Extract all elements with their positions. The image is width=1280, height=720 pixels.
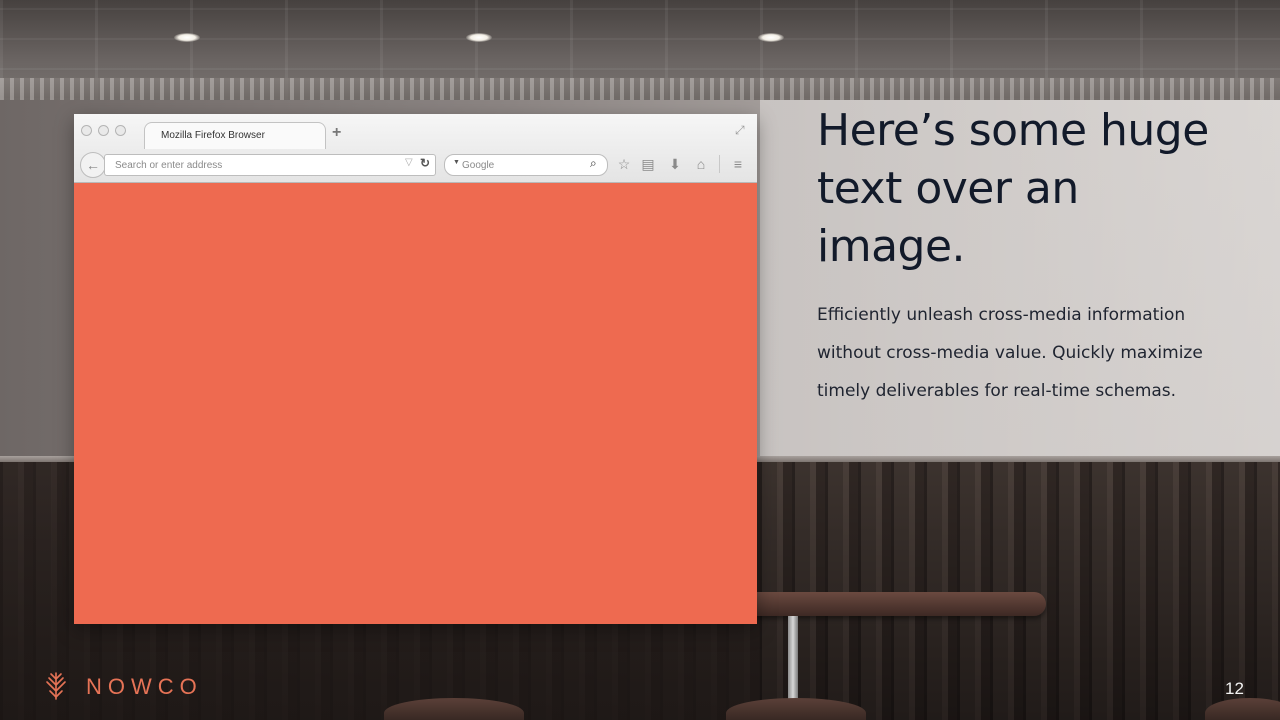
slide-number: 12 (1225, 679, 1244, 698)
window-zoom-button[interactable] (115, 125, 126, 136)
table (756, 592, 1046, 616)
nowco-logo-icon (46, 672, 66, 700)
ceiling-light (758, 33, 784, 42)
magnifier-icon[interactable]: ⌕ (590, 156, 597, 171)
address-input[interactable] (115, 158, 395, 172)
ceiling-light (466, 33, 492, 42)
clipboard-icon[interactable]: ▤ (639, 154, 657, 174)
download-icon[interactable]: ⬇ (666, 154, 684, 174)
ceiling-molding (0, 78, 1280, 100)
back-arrow-icon[interactable]: ← (80, 152, 106, 178)
ceiling-light (174, 33, 200, 42)
tab-title: Mozilla Firefox Browser (161, 130, 265, 141)
stool (726, 698, 866, 720)
home-icon[interactable]: ⌂ (692, 154, 710, 174)
history-dropdown-icon[interactable]: ▽ (405, 157, 413, 168)
body-text: Efficiently unleash cross-media informat… (817, 305, 1203, 401)
brand-name: NOWCO (86, 674, 203, 699)
fullscreen-icon[interactable]: ⤢ (735, 123, 745, 138)
search-input[interactable] (462, 158, 582, 172)
browser-mockup: Mozilla Firefox Browser + ⤢ ← ▽ ↻ ▼ ⌕ ☆ … (74, 114, 757, 624)
hamburger-menu-icon[interactable]: ≡ (729, 154, 747, 174)
reload-icon[interactable]: ↻ (420, 156, 430, 170)
new-tab-button[interactable]: + (332, 125, 341, 141)
browser-tab[interactable]: Mozilla Firefox Browser (144, 122, 326, 149)
browser-toolbar: Mozilla Firefox Browser + ⤢ ← ▽ ↻ ▼ ⌕ ☆ … (74, 114, 757, 183)
window-close-button[interactable] (81, 125, 92, 136)
stool (384, 698, 524, 720)
search-bar[interactable]: ▼ ⌕ (444, 154, 608, 176)
toolbar-divider (719, 155, 720, 173)
window-minimize-button[interactable] (98, 125, 109, 136)
search-engine-dropdown-icon[interactable]: ▼ (453, 159, 460, 166)
address-bar[interactable]: ▽ ↻ (104, 154, 436, 176)
star-icon[interactable]: ☆ (615, 154, 633, 174)
headline: Here’s some huge text over an image. (817, 105, 1209, 272)
browser-content-area (74, 183, 757, 624)
